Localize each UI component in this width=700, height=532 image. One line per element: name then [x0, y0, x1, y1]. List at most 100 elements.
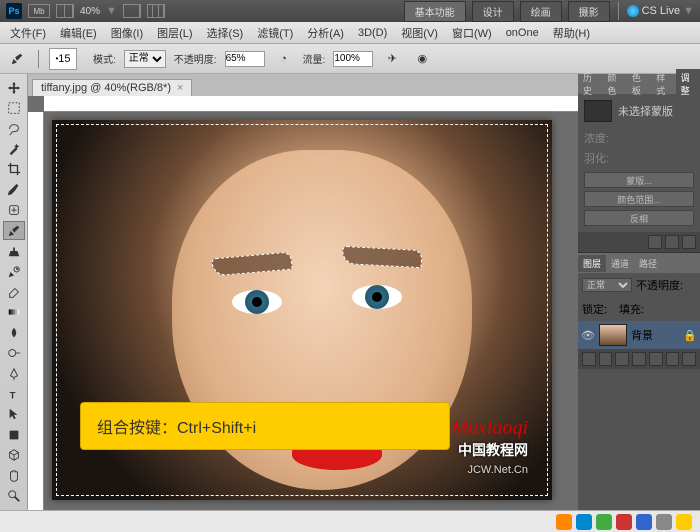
- color-range-button[interactable]: 颜色范围...: [584, 191, 694, 207]
- tray-icon[interactable]: [576, 514, 592, 530]
- crop-tool[interactable]: [3, 160, 25, 179]
- menu-file[interactable]: 文件(F): [4, 23, 52, 43]
- menu-select[interactable]: 选择(S): [201, 23, 250, 43]
- menu-window[interactable]: 窗口(W): [446, 23, 498, 43]
- zoom-level-display[interactable]: 40%: [80, 6, 100, 17]
- marquee-tool[interactable]: [3, 98, 25, 117]
- canvas[interactable]: 组合按键：Ctrl+Shift+i Muxiaoqi 中国教程网 JCW.Net…: [52, 120, 552, 500]
- menu-onone[interactable]: onOne: [500, 25, 545, 41]
- workspace-tab-design[interactable]: 设计: [472, 1, 514, 22]
- healing-brush-tool[interactable]: [3, 201, 25, 220]
- link-layers-icon[interactable]: [582, 352, 596, 366]
- cs-live-button[interactable]: CS Live▼: [627, 5, 694, 17]
- menu-help[interactable]: 帮助(H): [547, 23, 596, 43]
- watermark-secondary: JCW.Net.Cn: [467, 464, 528, 476]
- bridge-icon[interactable]: Mb: [28, 4, 50, 18]
- history-brush-tool[interactable]: [3, 262, 25, 281]
- gradient-tool[interactable]: [3, 303, 25, 322]
- mask-edge-button[interactable]: 蒙版...: [584, 172, 694, 188]
- flow-input[interactable]: [333, 51, 373, 67]
- zoom-tool[interactable]: [3, 486, 25, 505]
- shape-tool[interactable]: [3, 425, 25, 444]
- workspace-tab-photography[interactable]: 摄影: [568, 1, 610, 22]
- mask-footer-icon[interactable]: [665, 235, 679, 249]
- horizontal-ruler[interactable]: [44, 96, 578, 112]
- mask-thumbnail[interactable]: [584, 100, 612, 122]
- vertical-ruler[interactable]: [28, 112, 44, 532]
- document-tab[interactable]: tiffany.jpg @ 40%(RGB/8*) ×: [32, 79, 192, 96]
- layer-visibility-icon[interactable]: 👁: [581, 328, 595, 342]
- panel-tab-swatches[interactable]: 色板: [627, 69, 651, 99]
- mask-footer-icon[interactable]: [648, 235, 662, 249]
- menu-3d[interactable]: 3D(D): [352, 25, 393, 41]
- hand-tool[interactable]: [3, 466, 25, 485]
- eraser-tool[interactable]: [3, 282, 25, 301]
- current-tool-icon[interactable]: [6, 49, 28, 69]
- layer-name[interactable]: 背景: [631, 327, 653, 343]
- system-tray: [0, 510, 700, 532]
- panel-tab-channels[interactable]: 通道: [606, 255, 634, 272]
- blur-tool[interactable]: [3, 323, 25, 342]
- 3d-tool[interactable]: [3, 446, 25, 465]
- path-selection-tool[interactable]: [3, 405, 25, 424]
- tray-icon[interactable]: [616, 514, 632, 530]
- tools-panel: T: [0, 74, 28, 532]
- type-tool[interactable]: T: [3, 384, 25, 403]
- airbrush-icon[interactable]: ✈: [381, 49, 403, 69]
- tray-icon[interactable]: [636, 514, 652, 530]
- delete-layer-icon[interactable]: [682, 352, 696, 366]
- panel-tab-adjustments[interactable]: 调整: [676, 69, 700, 99]
- brush-tool[interactable]: [3, 221, 25, 240]
- title-bar: Ps Mb 40% ▼ 基本功能 设计 绘画 摄影 CS Live▼: [0, 0, 700, 22]
- close-tab-icon[interactable]: ×: [177, 82, 183, 94]
- opacity-pressure-icon[interactable]: ◔: [273, 49, 295, 69]
- panel-tab-layers[interactable]: 图层: [578, 255, 606, 272]
- new-layer-icon[interactable]: [666, 352, 680, 366]
- eyedropper-tool[interactable]: [3, 180, 25, 199]
- tray-icon[interactable]: [556, 514, 572, 530]
- invert-button[interactable]: 反相: [584, 210, 694, 226]
- layer-row-background[interactable]: 👁 背景 🔒: [578, 321, 700, 349]
- screen-mode-icon[interactable]: [123, 4, 141, 18]
- extras-icon[interactable]: [147, 4, 165, 18]
- document-area: tiffany.jpg @ 40%(RGB/8*) × 组合按键：Ctrl+Sh…: [28, 74, 578, 532]
- tray-icon[interactable]: [596, 514, 612, 530]
- menu-view[interactable]: 视图(V): [395, 23, 444, 43]
- blend-mode-select[interactable]: 正常: [124, 50, 166, 68]
- layer-fx-icon[interactable]: [599, 352, 613, 366]
- workspace-tab-painting[interactable]: 绘画: [520, 1, 562, 22]
- opacity-input[interactable]: [225, 51, 265, 67]
- panel-tab-paths[interactable]: 路径: [634, 255, 662, 272]
- lasso-tool[interactable]: [3, 119, 25, 138]
- brush-preset-picker[interactable]: •15: [49, 48, 77, 70]
- arrange-documents-icon[interactable]: [56, 4, 74, 18]
- tray-icon[interactable]: [676, 514, 692, 530]
- menu-filter[interactable]: 滤镜(T): [251, 23, 299, 43]
- delete-mask-icon[interactable]: [682, 235, 696, 249]
- feather-label: 羽化:: [584, 153, 609, 165]
- cs-live-icon: [627, 5, 639, 17]
- photoshop-icon[interactable]: Ps: [6, 3, 22, 19]
- new-group-icon[interactable]: [649, 352, 663, 366]
- dodge-tool[interactable]: [3, 343, 25, 362]
- lock-icon: 🔒: [683, 329, 697, 342]
- menu-analysis[interactable]: 分析(A): [301, 23, 350, 43]
- clone-stamp-tool[interactable]: [3, 241, 25, 260]
- move-tool[interactable]: [3, 78, 25, 97]
- menu-layer[interactable]: 图层(L): [151, 23, 198, 43]
- layer-blend-mode-select[interactable]: 正常: [582, 278, 632, 292]
- panel-tab-history[interactable]: 历史: [578, 69, 602, 99]
- layer-mask-icon[interactable]: [615, 352, 629, 366]
- tray-icon[interactable]: [656, 514, 672, 530]
- layer-thumbnail[interactable]: [599, 324, 627, 346]
- adjustment-layer-icon[interactable]: [632, 352, 646, 366]
- menu-image[interactable]: 图像(I): [105, 23, 149, 43]
- tablet-pressure-icon[interactable]: ◉: [411, 49, 433, 69]
- menu-edit[interactable]: 编辑(E): [54, 23, 103, 43]
- panel-tab-styles[interactable]: 样式: [651, 69, 675, 99]
- opacity-label: 不透明度:: [174, 51, 217, 66]
- pen-tool[interactable]: [3, 364, 25, 383]
- magic-wand-tool[interactable]: [3, 139, 25, 158]
- workspace-tab-essentials[interactable]: 基本功能: [404, 1, 466, 22]
- panel-tab-color[interactable]: 颜色: [602, 69, 626, 99]
